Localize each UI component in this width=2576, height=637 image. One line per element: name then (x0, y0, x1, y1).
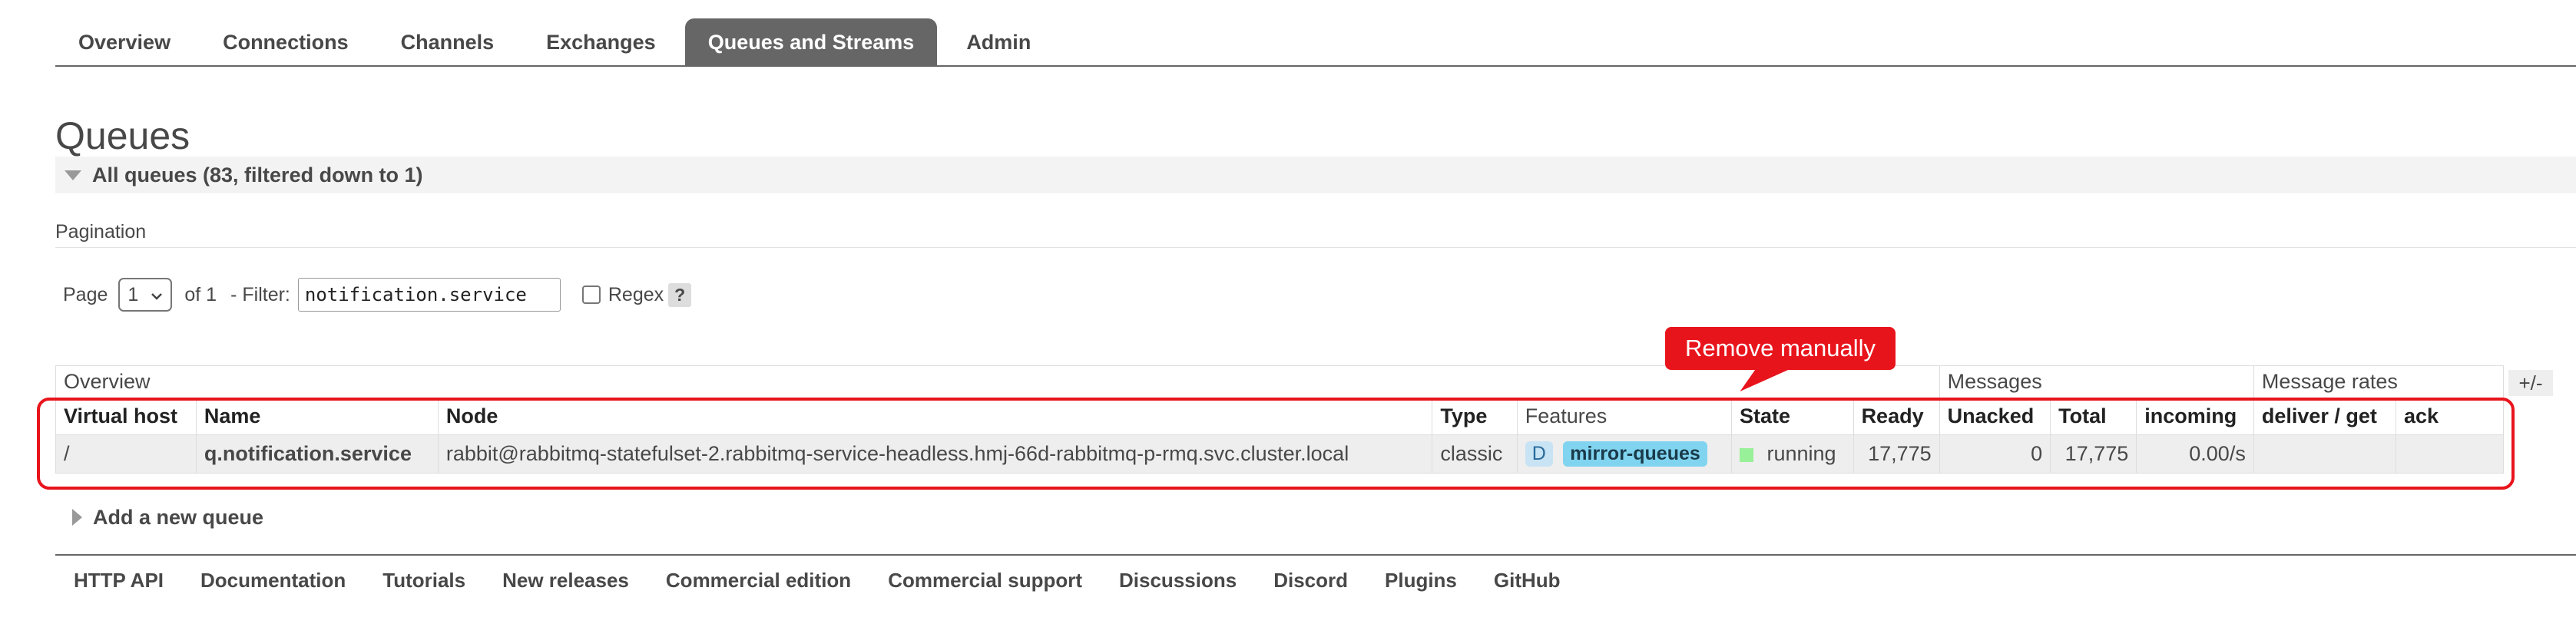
tab-channels[interactable]: Channels (378, 18, 518, 67)
table-row: / q.notification.service rabbit@rabbitmq… (55, 434, 2504, 474)
column-toggle-button[interactable]: +/- (2508, 370, 2553, 396)
header-features: Features (1516, 398, 1732, 435)
footer-link-new-releases[interactable]: New releases (502, 569, 629, 592)
add-queue-label: Add a new queue (93, 505, 264, 529)
header-incoming[interactable]: incoming (2136, 398, 2254, 435)
header-ready[interactable]: Ready (1853, 398, 1940, 435)
header-unacked[interactable]: Unacked (1939, 398, 2051, 435)
table-column-header-row: Virtual host Name Node Type Features Sta… (55, 398, 2504, 435)
footer: HTTP API Documentation Tutorials New rel… (55, 565, 1579, 596)
tab-queues-and-streams[interactable]: Queues and Streams (684, 18, 938, 67)
footer-link-documentation[interactable]: Documentation (200, 569, 346, 592)
header-ack[interactable]: ack (2396, 398, 2504, 435)
group-overview: Overview (55, 365, 1940, 398)
header-node[interactable]: Node (437, 398, 1433, 435)
tab-exchanges[interactable]: Exchanges (523, 18, 679, 67)
running-status-icon (1739, 448, 1753, 462)
tab-overview[interactable]: Overview (55, 18, 194, 67)
add-queue-section-toggle[interactable]: Add a new queue (55, 502, 263, 533)
queue-name-link[interactable]: q.notification.service (195, 434, 439, 474)
cell-virtual-host: / (55, 434, 197, 474)
regex-help-button[interactable]: ? (668, 282, 692, 307)
group-message-rates: Message rates (2253, 365, 2505, 398)
chevron-down-icon (151, 284, 163, 306)
policy-badge[interactable]: mirror-queues (1563, 441, 1707, 467)
footer-link-github[interactable]: GitHub (1494, 569, 1561, 592)
all-queues-label: All queues (83, filtered down to 1) (92, 163, 423, 186)
cell-features: D mirror-queues (1516, 434, 1732, 474)
page-count-label: of 1 (184, 283, 217, 305)
footer-divider (55, 554, 2576, 556)
group-messages: Messages (1939, 365, 2254, 398)
regex-label: Regex (608, 283, 664, 305)
table-group-header-row: Overview Messages Message rates (55, 365, 2505, 398)
queues-table: Overview Messages Message rates Virtual … (55, 365, 2505, 474)
filter-input[interactable] (297, 278, 561, 312)
header-total[interactable]: Total (2050, 398, 2137, 435)
collapse-triangle-icon (65, 170, 81, 180)
footer-link-discord[interactable]: Discord (1273, 569, 1348, 592)
regex-checkbox[interactable] (581, 285, 601, 304)
top-nav: Overview Connections Channels Exchanges … (55, 17, 2576, 67)
footer-link-plugins[interactable]: Plugins (1385, 569, 1457, 592)
pagination-divider (55, 247, 2576, 248)
footer-link-http-api[interactable]: HTTP API (74, 569, 164, 592)
cell-incoming: 0.00/s (2136, 434, 2254, 474)
tab-connections[interactable]: Connections (200, 18, 372, 67)
header-deliver-get[interactable]: deliver / get (2253, 398, 2397, 435)
header-type[interactable]: Type (1432, 398, 1518, 435)
cell-unacked: 0 (1939, 434, 2051, 474)
footer-link-tutorials[interactable]: Tutorials (382, 569, 465, 592)
page-select[interactable]: 1 (118, 278, 173, 312)
page-select-value: 1 (127, 283, 139, 305)
page-title: Queues (55, 114, 190, 157)
header-state[interactable]: State (1730, 398, 1854, 435)
cell-node: rabbit@rabbitmq-statefulset-2.rabbitmq-s… (437, 434, 1433, 474)
footer-link-commercial-edition[interactable]: Commercial edition (666, 569, 851, 592)
filter-label: - Filter: (230, 283, 290, 305)
cell-deliver-get (2253, 434, 2397, 474)
pagination-heading: Pagination (55, 221, 147, 243)
annotation-callout: Remove manually (1665, 327, 1896, 370)
cell-type: classic (1432, 434, 1518, 474)
filter-row: Page 1 of 1 - Filter: Regex ? (63, 276, 692, 313)
expand-triangle-icon (72, 509, 82, 526)
header-name[interactable]: Name (195, 398, 439, 435)
cell-total: 17,775 (2050, 434, 2137, 474)
state-label: running (1766, 442, 1836, 465)
header-virtual-host[interactable]: Virtual host (55, 398, 197, 435)
cell-ack (2396, 434, 2504, 474)
all-queues-section-toggle[interactable]: All queues (83, filtered down to 1) (55, 157, 2576, 193)
footer-link-discussions[interactable]: Discussions (1119, 569, 1237, 592)
footer-link-commercial-support[interactable]: Commercial support (888, 569, 1082, 592)
page-label: Page (63, 283, 108, 305)
durable-badge: D (1525, 441, 1553, 467)
cell-ready: 17,775 (1853, 434, 1940, 474)
cell-state: running (1730, 434, 1854, 474)
tab-admin[interactable]: Admin (943, 18, 1054, 67)
